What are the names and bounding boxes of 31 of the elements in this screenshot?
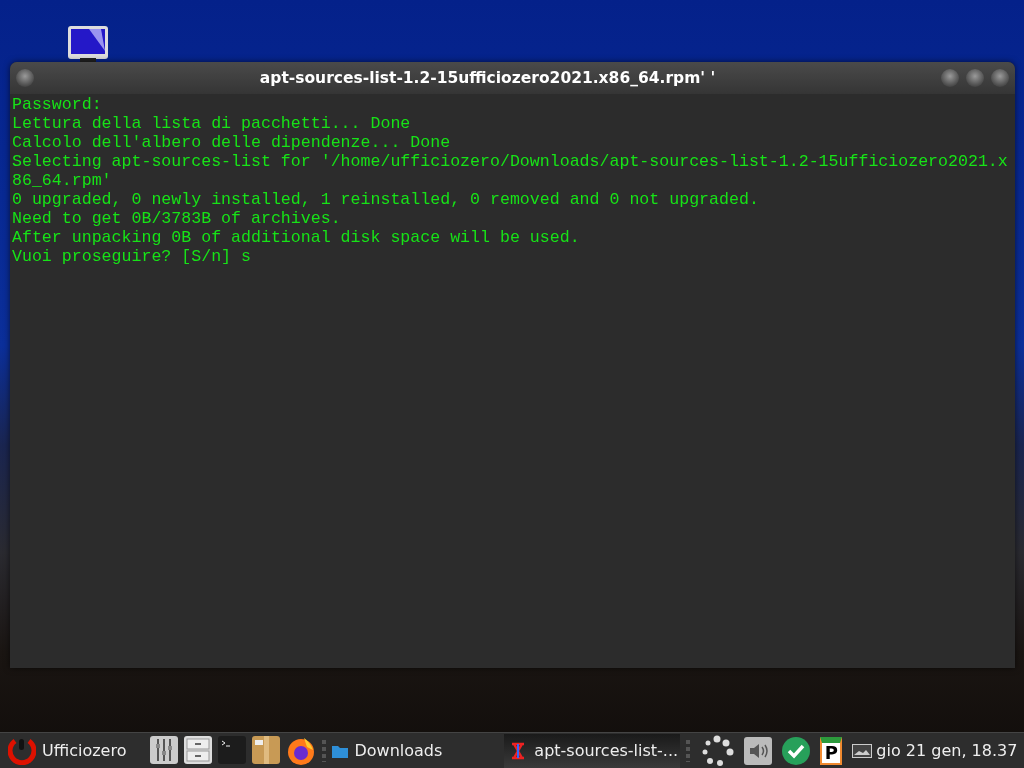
clock[interactable]: gio 21 gen, 18.37 xyxy=(876,741,1018,760)
menu-button[interactable]: Ufficiozero xyxy=(8,736,127,765)
logo-icon xyxy=(8,736,36,765)
volume-icon[interactable] xyxy=(744,736,773,765)
terminal-line: Selecting apt-sources-list for '/home/ufficiozero/Downloads/apt-sources-list-1.2-15ufficiozero2021.x xyxy=(12,152,1008,171)
loading-spinner-icon[interactable] xyxy=(700,734,735,767)
window-title: apt-sources-list-1.2-15ufficiozero2021.x86_64.rpm' ' xyxy=(258,69,717,87)
terminal-line: Lettura della lista di pacchetti... Done xyxy=(12,114,411,133)
package-icon[interactable] xyxy=(252,735,281,764)
folder-icon xyxy=(332,743,349,758)
close-button[interactable] xyxy=(991,69,1009,87)
terminal-line: 86_64.rpm' xyxy=(12,171,112,190)
terminal-line: 0 upgraded, 0 newly installed, 1 reinstalled, 0 removed and 0 not upgraded. xyxy=(12,190,759,209)
places-button[interactable]: Downloads xyxy=(332,741,443,760)
monitor-icon[interactable] xyxy=(67,25,109,62)
minimize-button[interactable] xyxy=(941,69,959,87)
mixer-icon[interactable] xyxy=(150,735,179,764)
maximize-button[interactable] xyxy=(966,69,984,87)
file-cabinet-icon[interactable] xyxy=(184,735,213,764)
app-icon xyxy=(510,741,527,760)
terminal-line: Need to get 0B/3783B of archives. xyxy=(12,209,341,228)
terminal-line: Password: xyxy=(12,95,102,114)
terminal-line: Calcolo dell'albero delle dipendenze... Done xyxy=(12,133,451,152)
browser-icon[interactable] xyxy=(286,735,317,766)
task-button[interactable]: apt-sources-list-... xyxy=(504,733,681,768)
display-icon[interactable] xyxy=(852,743,873,758)
terminal-line: Vuoi proseguire? [S/n] s xyxy=(12,247,251,266)
checkmark-icon[interactable] xyxy=(782,736,811,765)
clipboard-icon[interactable]: P xyxy=(820,736,843,765)
window-menu-button[interactable] xyxy=(16,69,34,87)
terminal-line: After unpacking 0B of additional disk space will be used. xyxy=(12,228,580,247)
